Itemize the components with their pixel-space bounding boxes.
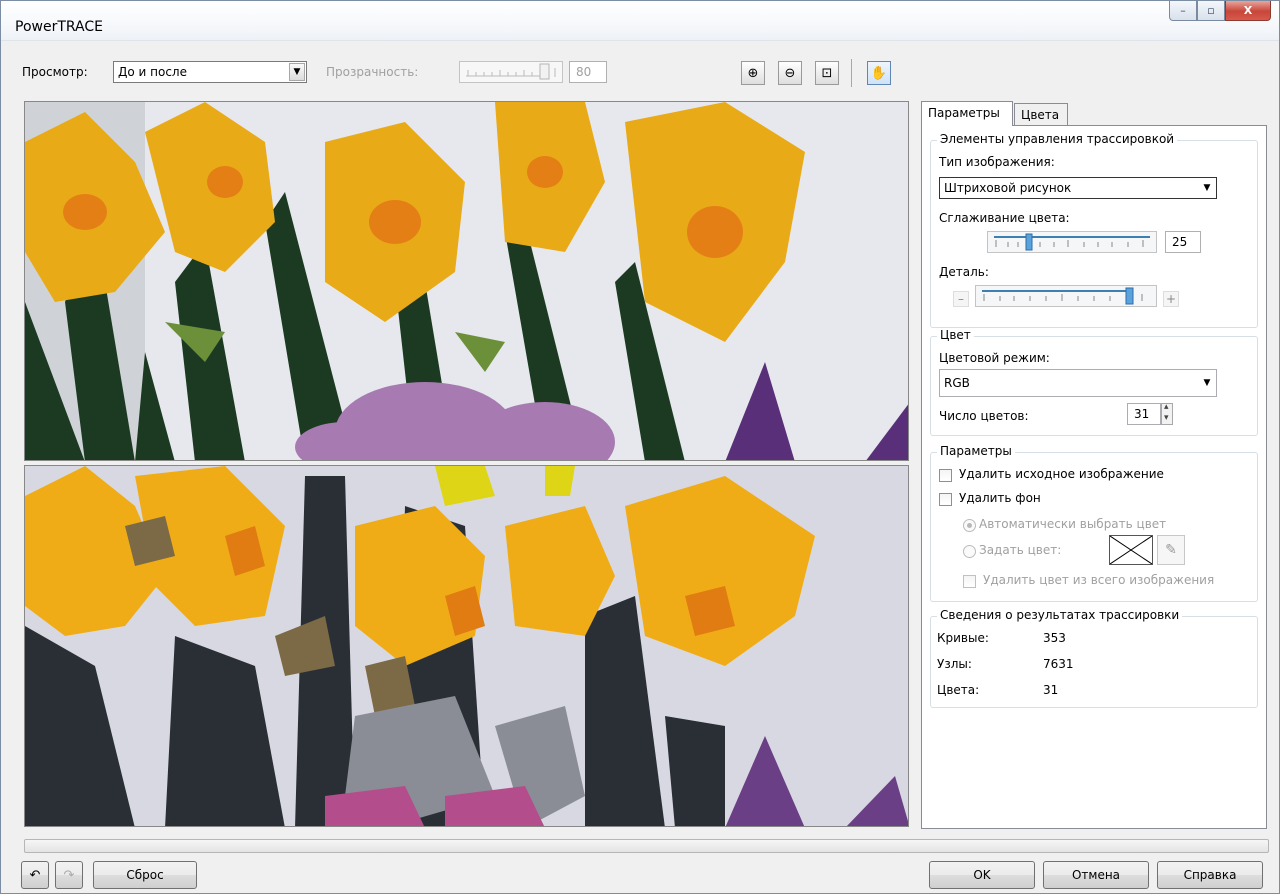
powertrace-window: PowerTRACE – ▫ X Просмотр: До и после ▼ …	[0, 0, 1280, 894]
preview-after[interactable]	[24, 465, 909, 827]
params-title: Параметры	[937, 444, 1015, 458]
results-title: Сведения о результатах трассировки	[937, 608, 1183, 622]
colors-label: Цвета:	[937, 683, 980, 697]
view-label: Просмотр:	[22, 65, 88, 79]
window-controls: – ▫ X	[1169, 1, 1271, 21]
detail-slider-track	[982, 287, 1143, 305]
maximize-button[interactable]: ▫	[1197, 1, 1225, 21]
detail-label: Деталь:	[939, 265, 989, 279]
minimize-icon: –	[1180, 4, 1186, 17]
hand-icon: ✋	[870, 65, 888, 81]
no-color-icon	[1109, 535, 1153, 565]
zoom-out-icon: ⊖	[784, 65, 796, 81]
color-count-label: Число цветов:	[939, 409, 1029, 423]
settings-panel: Элементы управления трассировкой Тип изо…	[921, 125, 1267, 829]
transparency-slider[interactable]	[459, 61, 563, 83]
toolbar-divider	[851, 59, 852, 87]
after-image	[25, 466, 908, 826]
maximize-icon: ▫	[1207, 4, 1215, 17]
delete-color-all-label: Удалить цвет из всего изображения	[983, 573, 1215, 587]
image-type-value: Штриховой рисунок	[944, 181, 1072, 195]
tab-colors[interactable]: Цвета	[1014, 103, 1068, 127]
curves-value: 353	[1043, 631, 1066, 645]
smoothing-slider-track	[994, 233, 1150, 251]
transparency-label: Прозрачность:	[326, 65, 419, 79]
preview-before[interactable]	[24, 101, 909, 461]
delete-color-all-checkbox[interactable]	[963, 575, 976, 588]
eyedropper-button[interactable]: ✎	[1157, 535, 1185, 565]
results-group: Сведения о результатах трассировки Кривы…	[930, 608, 1258, 708]
zoom-fit-icon: ⊡	[821, 65, 833, 81]
reset-button[interactable]: Сброс	[93, 861, 197, 889]
trace-controls-title: Элементы управления трассировкой	[937, 132, 1178, 146]
chevron-down-icon: ▼	[1199, 179, 1215, 197]
window-title: PowerTRACE	[15, 19, 103, 35]
zoom-out-button[interactable]: ⊖	[778, 61, 802, 85]
pan-button[interactable]: ✋	[867, 61, 891, 85]
color-count-input[interactable]: 31	[1127, 403, 1161, 425]
image-type-label: Тип изображения:	[939, 155, 1055, 169]
detail-minus-button[interactable]: –	[953, 291, 969, 307]
color-mode-select[interactable]: RGB ▼	[939, 369, 1217, 397]
help-button[interactable]: Справка	[1157, 861, 1263, 889]
colors-value: 31	[1043, 683, 1059, 697]
detail-slider[interactable]	[975, 285, 1157, 307]
auto-color-label: Автоматически выбрать цвет	[979, 517, 1167, 531]
chevron-down-icon: ▼	[1199, 374, 1215, 392]
smoothing-label: Сглаживание цвета:	[939, 211, 1070, 225]
curves-label: Кривые:	[937, 631, 989, 645]
undo-icon: ↶	[29, 867, 41, 883]
color-title: Цвет	[937, 328, 974, 342]
before-image	[25, 102, 908, 460]
color-swatch[interactable]	[1109, 535, 1153, 565]
nodes-value: 7631	[1043, 657, 1074, 671]
set-color-label: Задать цвет:	[979, 543, 1062, 557]
eyedropper-icon: ✎	[1165, 542, 1177, 558]
detail-plus-button[interactable]: +	[1163, 291, 1179, 307]
title-bar: PowerTRACE – ▫ X	[1, 1, 1279, 41]
delete-original-checkbox[interactable]	[939, 469, 952, 482]
smoothing-value[interactable]: 25	[1165, 231, 1201, 253]
minimize-button[interactable]: –	[1169, 1, 1197, 21]
redo-button[interactable]: ↷	[55, 861, 83, 889]
image-type-select[interactable]: Штриховой рисунок ▼	[939, 177, 1217, 199]
color-mode-value: RGB	[944, 376, 970, 390]
close-icon: X	[1243, 4, 1253, 17]
zoom-in-icon: ⊕	[747, 65, 759, 81]
nodes-label: Узлы:	[937, 657, 972, 671]
chevron-down-icon: ▼	[289, 63, 305, 81]
zoom-fit-button[interactable]: ⊡	[815, 61, 839, 85]
smoothing-slider[interactable]	[987, 231, 1157, 253]
redo-icon: ↷	[63, 867, 75, 883]
color-group: Цвет Цветовой режим: RGB ▼ Число цветов:…	[930, 328, 1258, 436]
ok-button[interactable]: OK	[929, 861, 1035, 889]
cancel-button[interactable]: Отмена	[1043, 861, 1149, 889]
progress-bar	[24, 839, 1269, 853]
delete-original-label: Удалить исходное изображение	[959, 467, 1164, 481]
transparency-value[interactable]: 80	[569, 61, 607, 83]
close-button[interactable]: X	[1225, 1, 1271, 21]
view-select[interactable]: До и после ▼	[113, 61, 307, 83]
undo-button[interactable]: ↶	[21, 861, 49, 889]
trace-controls-group: Элементы управления трассировкой Тип изо…	[930, 132, 1258, 328]
tab-parameters[interactable]: Параметры	[921, 101, 1013, 126]
delete-background-label: Удалить фон	[959, 491, 1041, 505]
params-group: Параметры Удалить исходное изображение У…	[930, 444, 1258, 602]
color-mode-label: Цветовой режим:	[939, 351, 1050, 365]
delete-background-checkbox[interactable]	[939, 493, 952, 506]
zoom-in-button[interactable]: ⊕	[741, 61, 765, 85]
transparency-slider-ticks	[466, 63, 556, 80]
set-color-radio[interactable]	[963, 545, 976, 558]
view-select-value: До и после	[118, 65, 187, 79]
auto-color-radio[interactable]	[963, 519, 976, 532]
color-count-spinner[interactable]	[1161, 402, 1173, 425]
